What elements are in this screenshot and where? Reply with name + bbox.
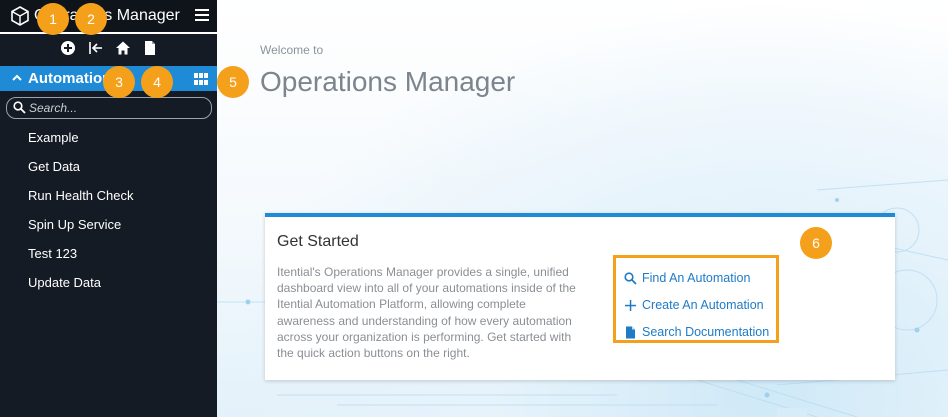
search-box <box>6 97 212 119</box>
callout-marker: 1 <box>37 3 69 35</box>
page-title: Operations Manager <box>260 66 516 97</box>
quick-actions: Find An Automation Create An Automation … <box>613 255 779 343</box>
app-header: Operations Manager <box>0 0 217 32</box>
callout-marker: 4 <box>141 66 173 98</box>
sidebar-toolbar <box>0 36 217 60</box>
welcome-text: Welcome to <box>260 43 324 57</box>
sidebar: Operations Manager Automation Search... … <box>0 0 217 417</box>
callout-marker: 3 <box>103 66 135 98</box>
document-icon <box>626 326 635 339</box>
plus-icon <box>625 300 636 311</box>
search-icon <box>13 101 26 114</box>
search-icon <box>624 272 637 285</box>
add-circle-icon[interactable] <box>60 40 76 56</box>
hamburger-menu-icon[interactable] <box>195 9 209 21</box>
logo-icon <box>11 6 29 26</box>
callout-marker: 6 <box>800 227 832 259</box>
card-title: Get Started <box>277 233 359 250</box>
list-item[interactable]: Run Health Check <box>0 181 217 210</box>
grid-icon[interactable] <box>194 72 208 86</box>
action-label: Create An Automation <box>642 298 764 312</box>
callout-marker: 2 <box>75 3 107 35</box>
action-label: Find An Automation <box>642 271 751 285</box>
list-item[interactable]: Get Data <box>0 152 217 181</box>
list-item[interactable]: Spin Up Service <box>0 210 217 239</box>
list-item[interactable]: Update Data <box>0 268 217 297</box>
collection-label: Automation <box>28 70 112 87</box>
import-icon[interactable] <box>88 40 104 56</box>
action-label: Search Documentation <box>642 325 770 339</box>
header-divider <box>0 32 217 34</box>
main-content: Welcome to Operations Manager Get Starte… <box>217 0 948 417</box>
callout-marker: 5 <box>217 66 249 98</box>
list-item[interactable]: Test 123 <box>0 239 217 268</box>
document-icon[interactable] <box>142 40 158 56</box>
automation-list: Example Get Data Run Health Check Spin U… <box>0 123 217 297</box>
search-input[interactable] <box>29 99 205 116</box>
chevron-up-icon[interactable] <box>11 72 23 84</box>
home-icon[interactable] <box>115 40 131 56</box>
list-item[interactable]: Example <box>0 123 217 152</box>
card-description: Itential's Operations Manager provides a… <box>277 265 576 361</box>
